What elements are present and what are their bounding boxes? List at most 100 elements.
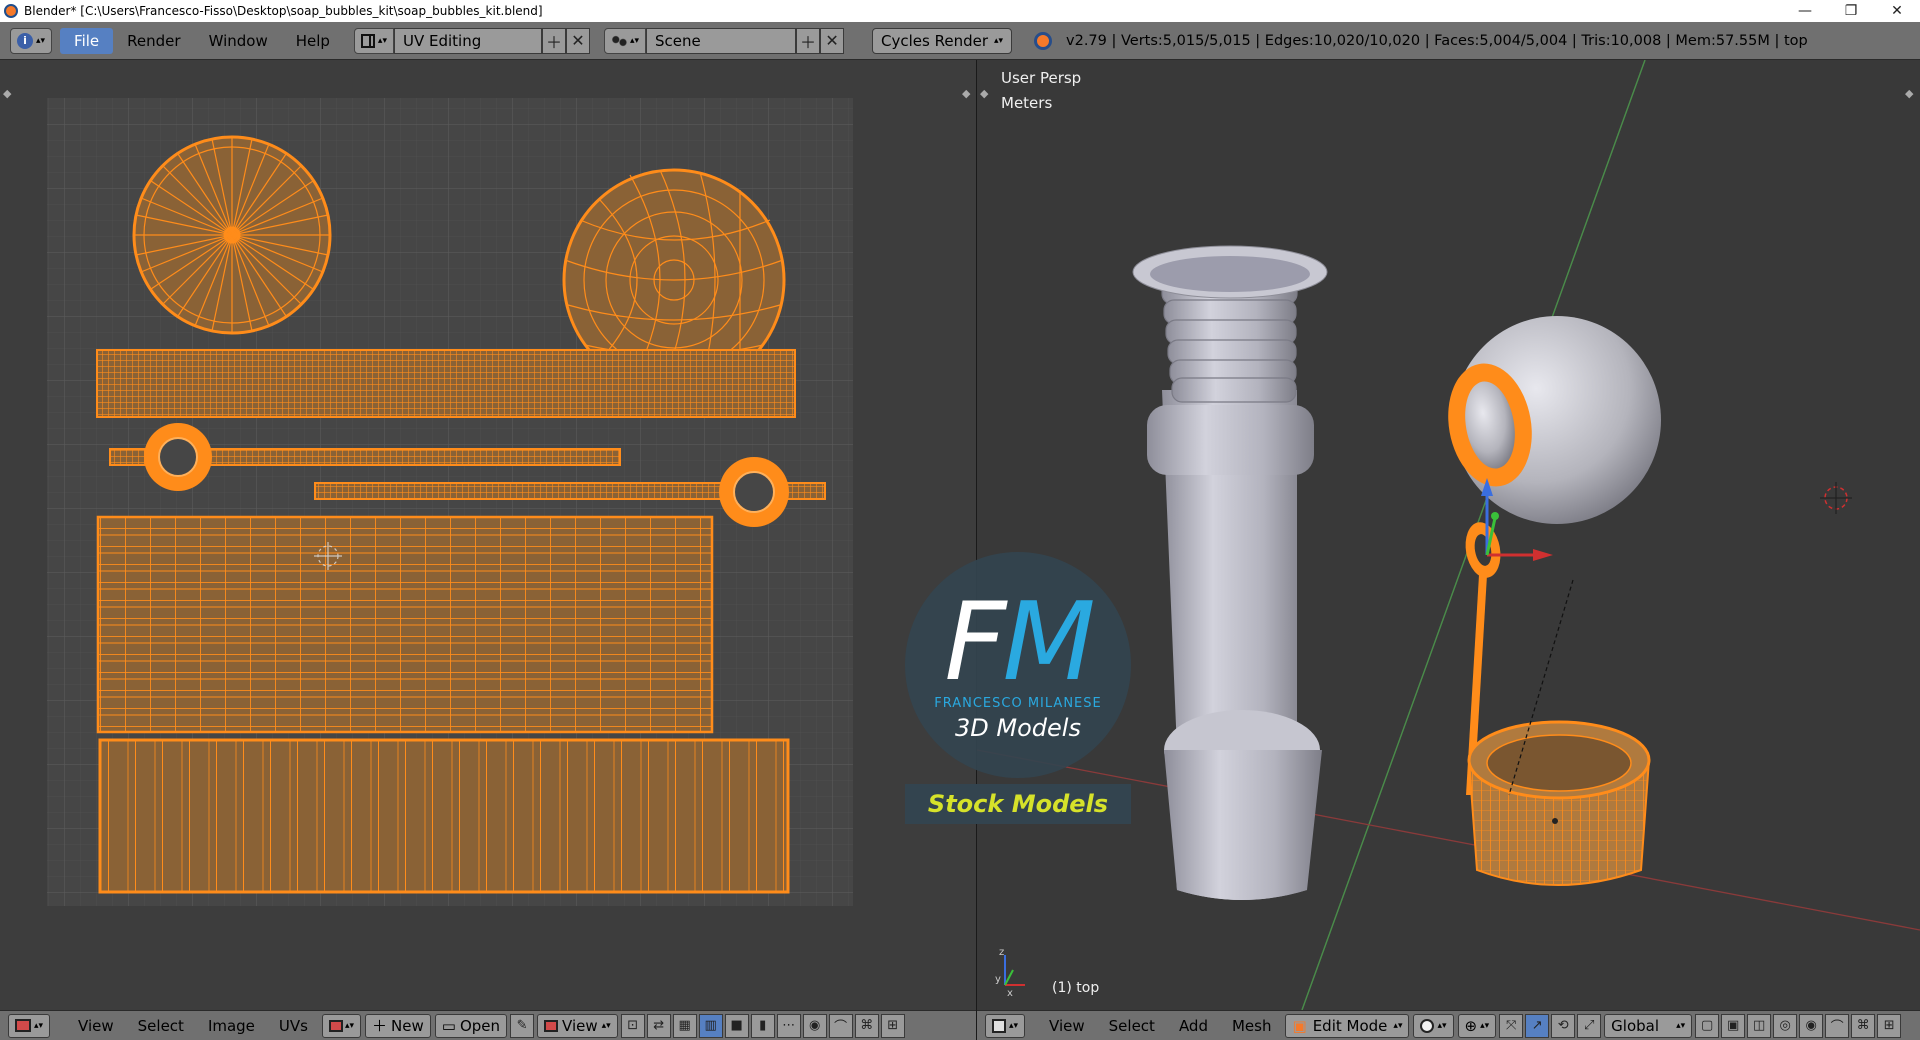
left-panel-toggle-icon: ◆	[3, 87, 12, 100]
face-select-icon[interactable]: ■	[724, 1013, 749, 1038]
falloff-icon[interactable]: ⌒	[1825, 1013, 1850, 1038]
info-header: i ▴▾ File Render Window Help ▴▾ UV Editi…	[0, 22, 1920, 60]
transform-orientation-dropdown[interactable]: Global ▴▾	[1604, 1013, 1693, 1038]
editor-type-selector[interactable]: ▴▾	[8, 1013, 51, 1038]
image-editor-icon	[15, 1019, 31, 1032]
edge-select-icon[interactable]: ▥	[698, 1013, 723, 1038]
limit-selection-icon[interactable]: ◎	[1773, 1013, 1798, 1038]
screen-layout-type-button[interactable]: ▴▾	[353, 27, 394, 54]
scene-type-button[interactable]: ▴▾	[603, 27, 647, 54]
pivot-point-dropdown[interactable]: ⊕ ▴▾	[1457, 1013, 1497, 1038]
proportional-edit-icon[interactable]: ◉	[802, 1013, 827, 1038]
browse-image-button[interactable]: ▴▾	[321, 1013, 362, 1038]
scale-icon[interactable]: ⤢	[1577, 1013, 1602, 1038]
new-image-label: New	[391, 1016, 424, 1035]
right-panel-toggle-icon: ◆	[962, 87, 971, 100]
snap-icon[interactable]: ⌘	[1851, 1013, 1876, 1038]
interaction-mode-dropdown[interactable]: ▣ Edit Mode ▴▾	[1285, 1013, 1410, 1038]
render-engine-dropdown[interactable]: Cycles Render ▴▾	[872, 27, 1013, 54]
3d-cursor	[1820, 482, 1852, 514]
vertex-select-mode-icon[interactable]: ▣	[1721, 1013, 1746, 1038]
island-select-icon[interactable]: ▮	[750, 1013, 775, 1038]
watermark-tagline: 3D Models	[955, 714, 1081, 742]
uv-island-strip-fine	[96, 349, 796, 418]
rotate-icon[interactable]: ⟲	[1551, 1013, 1576, 1038]
folder-icon: ▭	[441, 1016, 456, 1035]
plus-icon: ＋	[800, 32, 817, 52]
add-scene-button[interactable]: ＋	[796, 27, 821, 54]
watermark-letters: FM	[905, 580, 1131, 705]
minimize-button[interactable]: —	[1782, 0, 1828, 22]
svg-text:y: y	[995, 974, 1001, 985]
chevron-updown-icon: ▴▾	[993, 35, 1004, 46]
menu-window[interactable]: Window	[195, 28, 282, 54]
edge-select-mode-icon[interactable]: ◫	[1747, 1013, 1772, 1038]
right-panel-toggle-icon: ◆	[1905, 87, 1914, 100]
watermark-logo: FM FRANCESCO MILANESE 3D Models Stock Mo…	[905, 552, 1131, 824]
manipulator-toggle-icon[interactable]: ⤧	[1499, 1013, 1524, 1038]
3d-viewport[interactable]: z y x ◆ ◆ User Persp Meters (1) top	[977, 60, 1920, 1010]
chevron-updown-icon: ▴▾	[344, 1020, 355, 1031]
x-icon: ✕	[825, 31, 839, 50]
menu-view[interactable]: View	[1037, 1017, 1097, 1035]
sticky-select-icon[interactable]: ⋯	[776, 1013, 801, 1038]
translate-icon[interactable]: ↗	[1525, 1013, 1550, 1038]
sync-selection-icon[interactable]: ⇄	[646, 1013, 671, 1038]
menu-render[interactable]: Render	[113, 28, 194, 54]
menu-uvs[interactable]: UVs	[267, 1017, 320, 1035]
scene-field[interactable]: Scene	[646, 27, 797, 54]
close-window-button[interactable]: ✕	[1874, 0, 1920, 22]
layer-icon[interactable]: ▢	[1695, 1013, 1720, 1038]
uv-island-disc-radial	[132, 135, 332, 335]
blender-logo-icon	[4, 4, 18, 18]
add-screen-button[interactable]: ＋	[541, 27, 566, 54]
logo-letter-f: F	[944, 580, 1006, 705]
chevron-updown-icon: ▴▾	[629, 35, 640, 46]
window-controls: — ❐ ✕	[1782, 0, 1920, 22]
view-mode-dropdown[interactable]: View ▴▾	[537, 1013, 618, 1038]
tube-object	[1132, 245, 1328, 900]
menu-file[interactable]: File	[60, 27, 114, 54]
viewport-shading-dropdown[interactable]: ▴▾	[1413, 1013, 1454, 1038]
menu-select[interactable]: Select	[126, 1017, 196, 1035]
restore-button[interactable]: ❐	[1828, 0, 1874, 22]
3d-view-icon	[992, 1018, 1006, 1033]
chevron-updown-icon: ▴▾	[1676, 1020, 1686, 1031]
vertex-select-icon[interactable]: ▦	[672, 1013, 697, 1038]
screen-layout-field[interactable]: UV Editing	[393, 27, 542, 54]
view-perspective-label: User Persp	[1001, 69, 1082, 87]
editor-type-selector[interactable]: ▴▾	[985, 1013, 1026, 1038]
uv-canvas[interactable]: ◆ ◆	[0, 60, 976, 1010]
delete-screen-button[interactable]: ✕	[565, 27, 590, 54]
chevron-updown-icon: ▴▾	[1480, 1020, 1490, 1031]
menu-mesh[interactable]: Mesh	[1220, 1017, 1284, 1035]
pivot-icon[interactable]: ⊡	[620, 1013, 645, 1038]
pin-icon[interactable]: ✎	[510, 1013, 535, 1038]
snap-icon[interactable]: ⌘	[854, 1013, 879, 1038]
viewport-scene[interactable]: z y x ◆ ◆	[977, 60, 1920, 1010]
info-icon: i	[17, 32, 33, 49]
proportional-edit-icon[interactable]: ◉	[1799, 1013, 1824, 1038]
uv-island-grid-block	[96, 515, 714, 734]
view-icon	[544, 1019, 559, 1032]
chevron-updown-icon: ▴▾	[601, 1020, 611, 1031]
delete-scene-button[interactable]: ✕	[820, 27, 845, 54]
menu-select[interactable]: Select	[1097, 1017, 1167, 1035]
menu-add[interactable]: Add	[1167, 1017, 1220, 1035]
menu-view[interactable]: View	[66, 1017, 126, 1035]
falloff-icon[interactable]: ⌒	[828, 1013, 853, 1038]
snap-target-icon[interactable]: ⊞	[1877, 1013, 1902, 1038]
menu-help[interactable]: Help	[282, 28, 344, 54]
menu-image[interactable]: Image	[196, 1017, 267, 1035]
chevron-updown-icon: ▴▾	[36, 35, 46, 46]
uv-image-editor[interactable]: ◆ ◆	[0, 60, 976, 1010]
chevron-updown-icon: ▴▾	[34, 1020, 44, 1031]
editor-type-selector[interactable]: i ▴▾	[10, 27, 53, 54]
logo-letter-m: M	[1002, 580, 1095, 705]
screen-layout-name: UV Editing	[402, 31, 482, 50]
chevron-updown-icon: ▴▾	[1009, 1020, 1019, 1031]
new-image-button[interactable]: ＋ New	[365, 1013, 431, 1038]
snap-target-icon[interactable]: ⊞	[880, 1013, 905, 1038]
open-image-button[interactable]: ▭ Open	[434, 1013, 508, 1038]
render-engine-value: Cycles Render	[881, 31, 988, 50]
